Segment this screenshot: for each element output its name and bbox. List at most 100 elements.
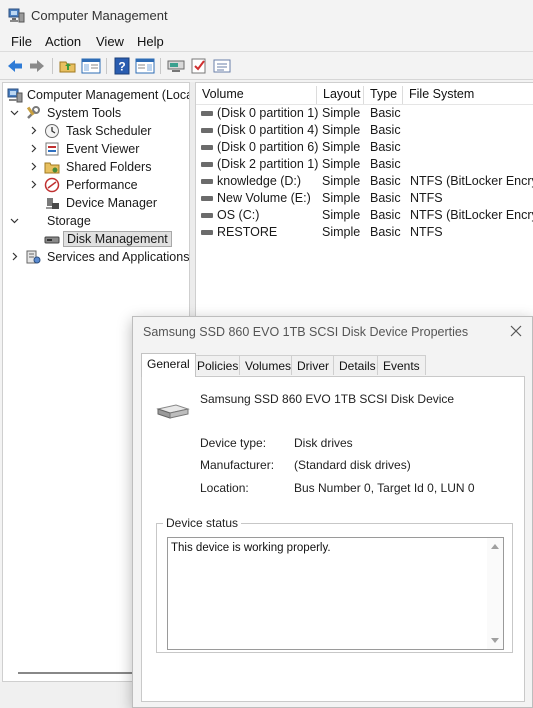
volume-icon [201, 230, 213, 235]
menu-help[interactable]: Help [137, 34, 164, 49]
tree-item-device-manager[interactable]: Device Manager [3, 194, 189, 212]
chevron-down-icon[interactable] [10, 216, 19, 225]
menu-view[interactable]: View [96, 34, 124, 49]
chevron-down-icon[interactable] [10, 108, 19, 117]
table-row[interactable]: knowledge (D:) Simple Basic NTFS (BitLoc… [196, 173, 533, 190]
vertical-scrollbar[interactable] [487, 538, 503, 649]
volume-type: Basic [370, 225, 401, 239]
device-type-label: Device type: [200, 436, 267, 450]
menu-bar: File Action View Help [0, 32, 533, 52]
menu-action[interactable]: Action [45, 34, 81, 49]
tree-label: Performance [66, 178, 138, 192]
help-icon[interactable]: ? [112, 57, 132, 75]
table-row[interactable]: (Disk 0 partition 6) Simple Basic [196, 139, 533, 156]
general-tab-panel: Samsung SSD 860 EVO 1TB SCSI Disk Device… [141, 376, 525, 702]
forward-arrow-icon[interactable] [27, 57, 47, 75]
tab-general[interactable]: General [141, 353, 196, 377]
tree-item-event-viewer[interactable]: Event Viewer [3, 140, 189, 158]
chevron-right-icon[interactable] [29, 126, 38, 135]
chevron-right-icon[interactable] [29, 162, 38, 171]
volume-name: New Volume (E:) [217, 191, 311, 205]
back-arrow-icon[interactable] [5, 57, 25, 75]
toolbar-separator [52, 58, 53, 74]
svg-text:?: ? [118, 60, 125, 74]
tab-volumes[interactable]: Volumes [239, 355, 298, 375]
show-hide-action-pane-icon[interactable] [135, 57, 155, 75]
tree-label: System Tools [47, 106, 122, 120]
table-row[interactable]: New Volume (E:) Simple Basic NTFS [196, 190, 533, 207]
column-header-layout[interactable]: Layout [317, 86, 364, 104]
up-folder-icon[interactable] [58, 57, 78, 75]
menu-file[interactable]: File [11, 34, 32, 49]
show-hide-tree-icon[interactable] [81, 57, 101, 75]
volume-icon [201, 128, 213, 133]
tree-item-task-scheduler[interactable]: Task Scheduler [3, 122, 189, 140]
dialog-title: Samsung SSD 860 EVO 1TB SCSI Disk Device… [143, 325, 469, 339]
volume-layout: Simple [322, 174, 361, 188]
volume-icon [201, 213, 213, 218]
volume-name: OS (C:) [217, 208, 260, 222]
disk-drive-icon [44, 236, 60, 244]
table-row[interactable]: OS (C:) Simple Basic NTFS (BitLocker Enc… [196, 207, 533, 224]
tree-label: Disk Management [63, 231, 172, 247]
volume-type: Basic [370, 208, 401, 222]
table-row[interactable]: (Disk 0 partition 4) Simple Basic [196, 122, 533, 139]
volume-type: Basic [370, 140, 401, 154]
title-bar: Computer Management [0, 0, 533, 32]
volume-icon [201, 179, 213, 184]
table-row[interactable]: RESTORE Simple Basic NTFS [196, 224, 533, 241]
column-header-type[interactable]: Type [364, 86, 403, 104]
list-view-icon[interactable] [212, 57, 232, 75]
tree-item-storage[interactable]: Storage [3, 212, 189, 230]
volume-icon [201, 111, 213, 116]
volume-type: Basic [370, 123, 401, 137]
computer-management-icon [7, 88, 23, 103]
volume-layout: Simple [322, 106, 361, 120]
table-row[interactable]: (Disk 2 partition 1) Simple Basic [196, 156, 533, 173]
device-status-textbox[interactable]: This device is working properly. [167, 537, 504, 650]
properties-check-icon[interactable] [189, 57, 209, 75]
chevron-right-icon[interactable] [10, 252, 19, 261]
tree-item-computer-management[interactable]: Computer Management (Local [3, 86, 189, 104]
tree-item-system-tools[interactable]: System Tools [3, 104, 189, 122]
manufacturer-label: Manufacturer: [200, 458, 275, 472]
tree-label: Task Scheduler [66, 124, 152, 138]
chevron-right-icon[interactable] [29, 144, 38, 153]
tools-icon [26, 106, 40, 119]
volume-type: Basic [370, 174, 401, 188]
tab-driver[interactable]: Driver [291, 355, 335, 375]
toolbar-separator [106, 58, 107, 74]
volume-name: knowledge (D:) [217, 174, 302, 188]
tree-item-performance[interactable]: Performance [3, 176, 189, 194]
device-status-group: Device status This device is working pro… [156, 516, 513, 653]
chevron-right-icon[interactable] [29, 180, 38, 189]
volume-icon [201, 196, 213, 201]
volume-type: Basic [370, 106, 401, 120]
tree-label: Device Manager [66, 196, 158, 210]
event-viewer-icon [45, 142, 59, 156]
tree-item-shared-folders[interactable]: Shared Folders [3, 158, 189, 176]
volume-name: (Disk 0 partition 1) [217, 106, 319, 120]
volume-icon [201, 145, 213, 150]
volume-name: RESTORE [217, 225, 278, 239]
volume-layout: Simple [322, 157, 361, 171]
tree-item-disk-management[interactable]: Disk Management [3, 230, 189, 248]
disk-drive-icon [156, 404, 190, 419]
services-icon [26, 250, 41, 264]
device-status-text: This device is working properly. [171, 542, 331, 554]
tree-item-services-applications[interactable]: Services and Applications [3, 248, 189, 266]
tab-details[interactable]: Details [333, 355, 382, 375]
tab-events[interactable]: Events [377, 355, 426, 375]
location-label: Location: [200, 481, 249, 495]
volume-file-system: NTFS [410, 191, 443, 205]
column-header-file-system[interactable]: File System [403, 86, 533, 104]
volume-layout: Simple [322, 123, 361, 137]
toolbar-separator [160, 58, 161, 74]
tab-policies[interactable]: Policies [191, 355, 245, 375]
close-icon[interactable] [509, 324, 523, 338]
table-row[interactable]: (Disk 0 partition 1) Simple Basic [196, 105, 533, 122]
connect-icon[interactable] [166, 57, 186, 75]
volume-name: (Disk 0 partition 4) [217, 123, 319, 137]
disk-properties-dialog: Samsung SSD 860 EVO 1TB SCSI Disk Device… [132, 316, 533, 708]
column-header-volume[interactable]: Volume [196, 86, 317, 104]
